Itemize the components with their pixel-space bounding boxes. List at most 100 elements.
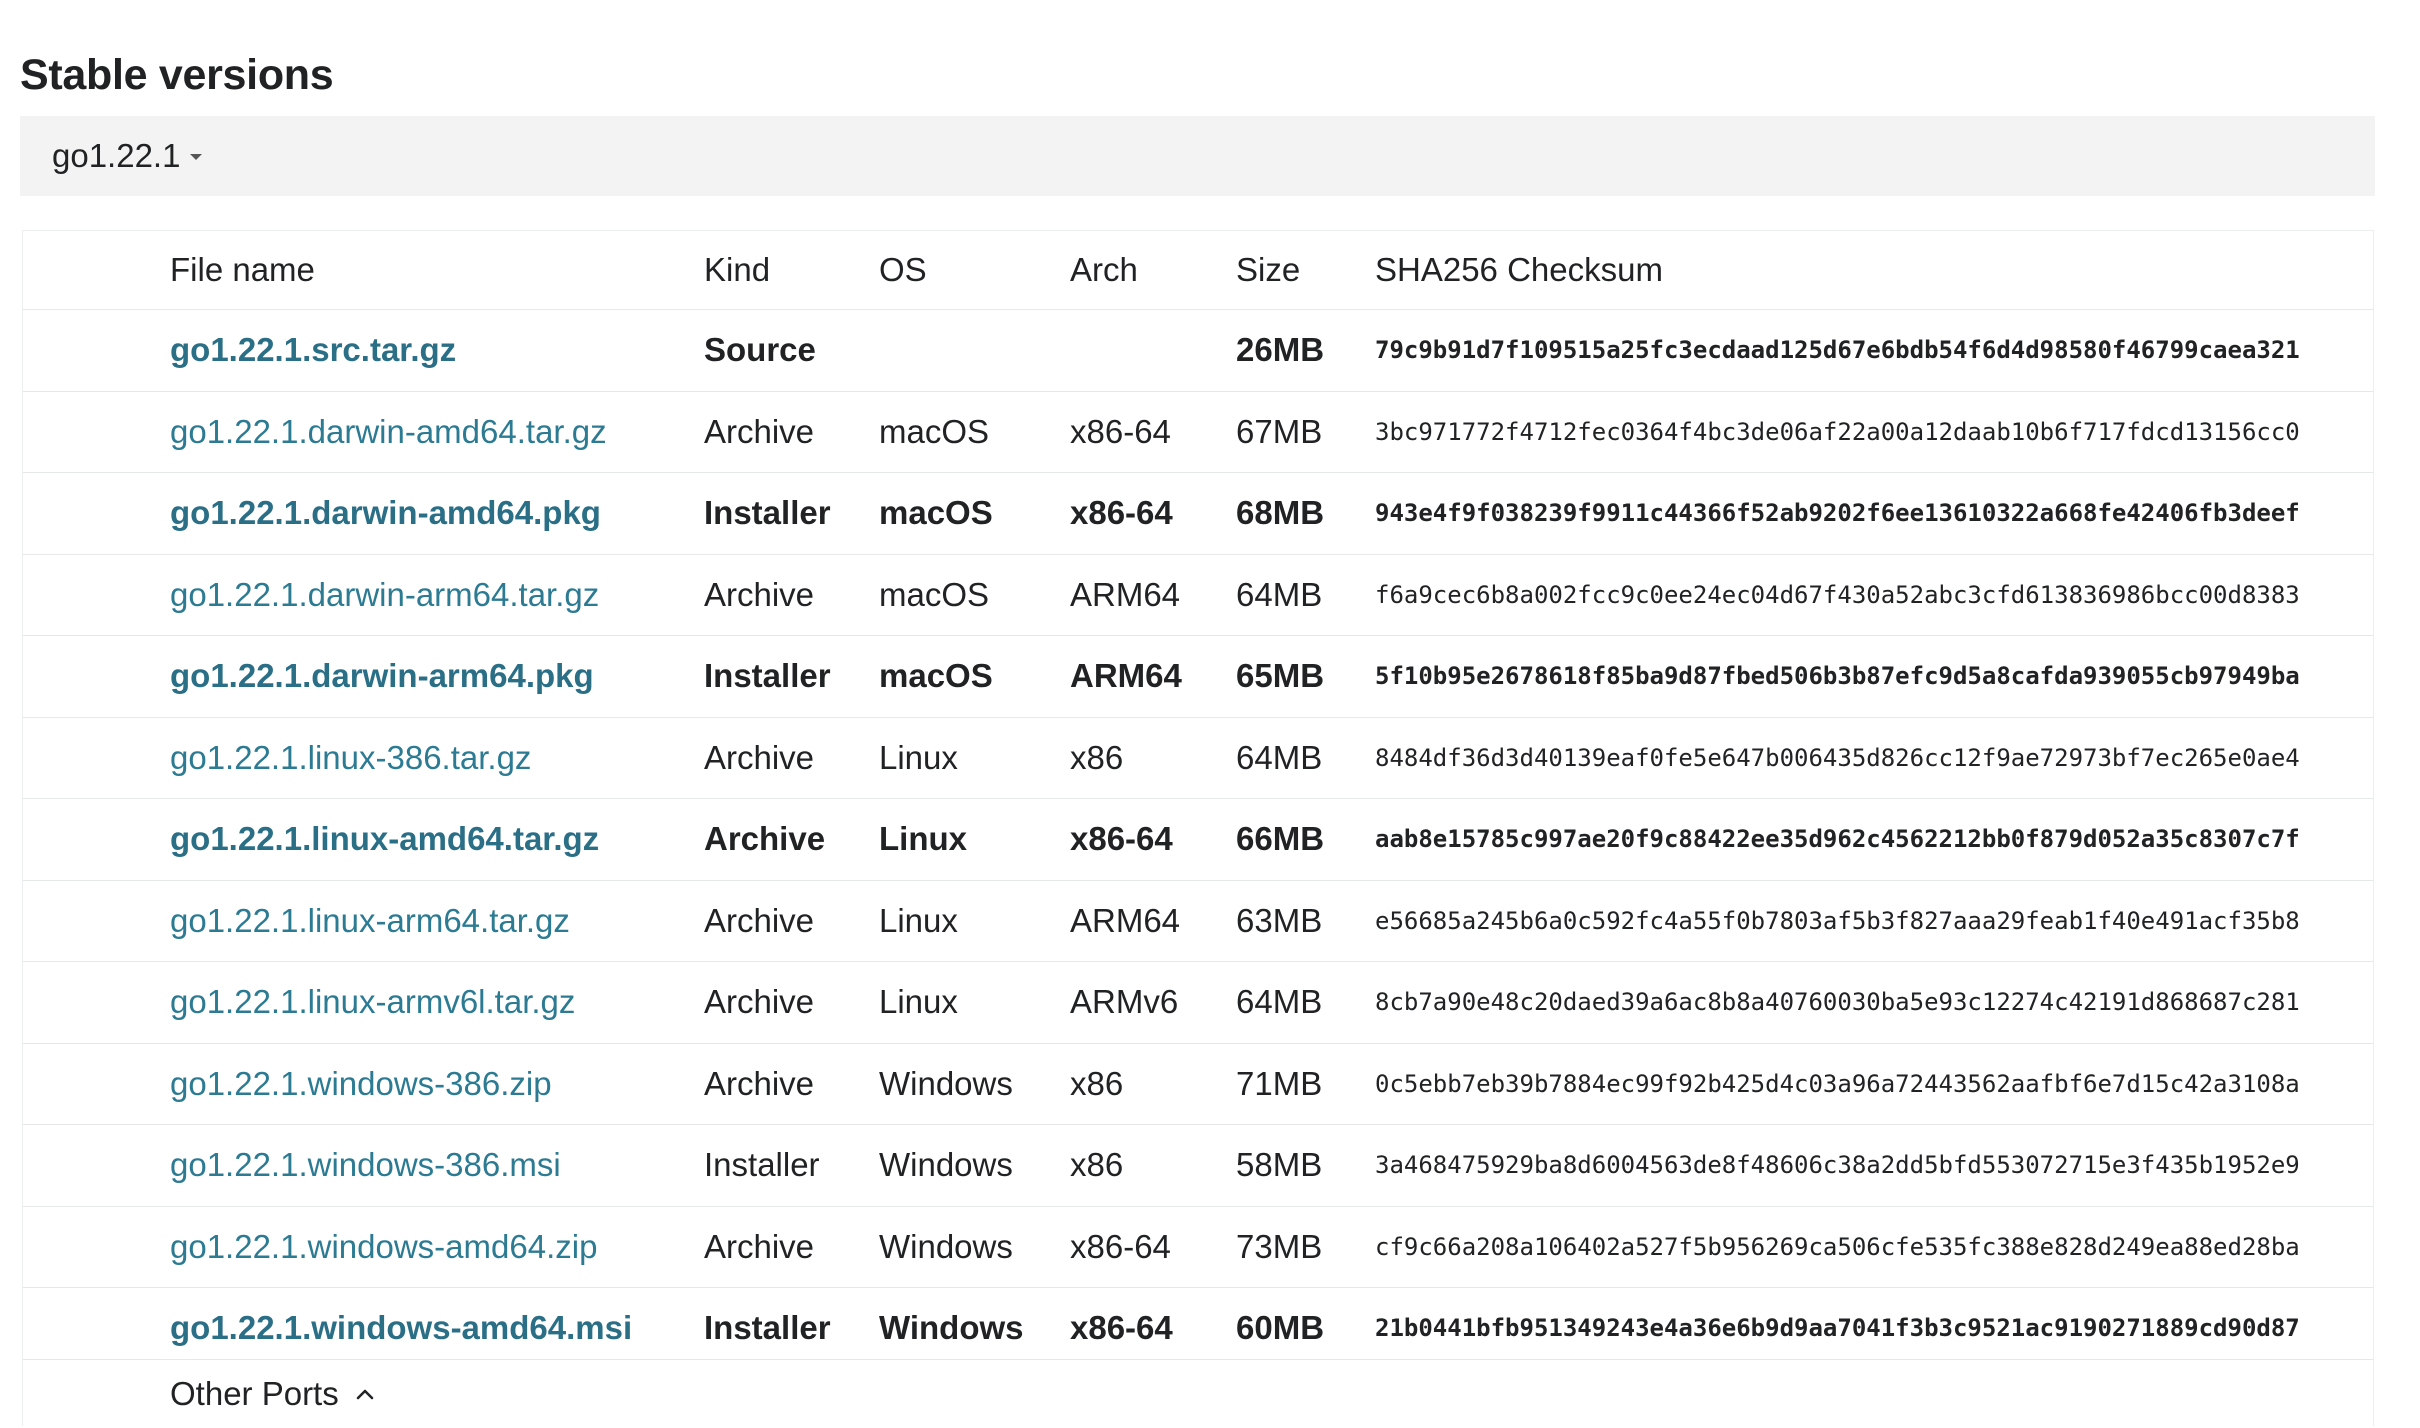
table-row: go1.22.1.linux-amd64.tar.gz Archive Linux x… [23,798,2373,880]
file-download-link[interactable]: go1.22.1.windows-386.zip [170,1065,552,1103]
size-cell: 71MB [1236,1064,1323,1102]
kind-cell: Installer [704,1309,831,1347]
os-cell: Linux [879,820,967,858]
arch-cell: ARMv6 [1070,983,1179,1021]
file-download-link[interactable]: go1.22.1.darwin-arm64.tar.gz [170,576,599,614]
size-cell: 66MB [1236,820,1325,858]
size-cell: 68MB [1236,494,1325,532]
kind-cell: Archive [704,575,815,613]
downloads-table: File name Kind OS Arch Size SHA256 Check… [22,230,2374,1426]
os-cell: Windows [879,1146,1013,1184]
arch-cell: x86 [1070,1146,1124,1184]
arch-cell: x86-64 [1070,494,1173,532]
caret-down-icon [190,154,203,160]
table-row: go1.22.1.src.tar.gz Source 26MB 79c9b91d7f1… [23,309,2373,391]
checksum-cell: cf9c66a208a106402a527f5b956269ca506cfe53… [1375,1232,2300,1261]
file-name-cell: go1.22.1.windows-386.zip [170,1044,552,1125]
header-checksum: SHA256 Checksum [1375,251,1663,288]
page-title: Stable versions [20,50,334,99]
file-name-cell: go1.22.1.windows-amd64.zip [170,1207,597,1288]
file-name-cell: go1.22.1.darwin-amd64.tar.gz [170,392,607,473]
table-row: go1.22.1.darwin-amd64.tar.gz Archive macOS… [23,390,2373,473]
size-cell: 58MB [1236,1146,1323,1184]
kind-cell: Archive [704,738,815,776]
os-cell: macOS [879,494,993,532]
file-download-link[interactable]: go1.22.1.windows-amd64.msi [170,1309,632,1347]
table-row: go1.22.1.darwin-amd64.pkg Installer macOS x… [23,472,2373,554]
file-download-link[interactable]: go1.22.1.darwin-amd64.pkg [170,494,601,532]
file-download-link[interactable]: go1.22.1.src.tar.gz [170,331,456,369]
kind-cell: Archive [704,412,815,450]
checksum-cell: 8cb7a90e48c20daed39a6ac8b8a40760030ba5e9… [1375,988,2300,1017]
file-download-link[interactable]: go1.22.1.linux-armv6l.tar.gz [170,983,575,1021]
table-row: go1.22.1.windows-amd64.msi Installer Windo… [23,1287,2373,1369]
size-cell: 67MB [1236,412,1323,450]
header-size: Size [1236,251,1301,288]
file-name-cell: go1.22.1.src.tar.gz [170,310,456,391]
os-cell: macOS [879,575,990,613]
os-cell: Windows [879,1309,1024,1347]
arch-cell: ARM64 [1070,657,1182,695]
header-kind: Kind [704,251,771,288]
os-cell: Windows [879,1227,1013,1265]
table-row: go1.22.1.darwin-arm64.pkg Installer macOS A… [23,635,2373,717]
file-name-cell: go1.22.1.darwin-arm64.pkg [170,636,594,717]
other-ports-row: Other Ports [23,1359,2373,1427]
file-download-link[interactable]: go1.22.1.linux-386.tar.gz [170,739,531,777]
checksum-cell: 5f10b95e2678618f85ba9d87fbed506b3b87efc9… [1375,662,2300,691]
file-name-cell: go1.22.1.linux-armv6l.tar.gz [170,962,575,1043]
table-row: go1.22.1.linux-386.tar.gz Archive Linux x86… [23,716,2373,799]
size-cell: 64MB [1236,983,1323,1021]
file-download-link[interactable]: go1.22.1.darwin-arm64.pkg [170,657,594,695]
kind-cell: Archive [704,983,815,1021]
kind-cell: Installer [704,1146,820,1184]
checksum-cell: 3bc971772f4712fec0364f4bc3de06af22a00a12… [1375,417,2300,446]
table-header-row: File name Kind OS Arch Size SHA256 Check… [23,231,2373,309]
size-cell: 60MB [1236,1309,1325,1347]
checksum-cell: e56685a245b6a0c592fc4a55f0b7803af5b3f827… [1375,906,2300,935]
arch-cell: x86-64 [1070,1227,1171,1265]
file-download-link[interactable]: go1.22.1.linux-arm64.tar.gz [170,902,570,940]
file-download-link[interactable]: go1.22.1.linux-amd64.tar.gz [170,820,599,858]
version-bar: go1.22.1 [20,116,2375,196]
table-row: go1.22.1.windows-amd64.zip Archive Windows… [23,1205,2373,1288]
checksum-cell: 8484df36d3d40139eaf0fe5e647b006435d826cc… [1375,743,2300,772]
file-download-link[interactable]: go1.22.1.windows-386.msi [170,1146,561,1184]
os-cell: macOS [879,412,990,450]
size-cell: 64MB [1236,575,1323,613]
other-ports-label: Other Ports [170,1375,339,1412]
kind-cell: Installer [704,494,831,532]
os-cell: Windows [879,1064,1013,1102]
kind-cell: Archive [704,901,815,939]
os-cell: Linux [879,983,958,1021]
arch-cell: x86-64 [1070,412,1171,450]
checksum-cell: aab8e15785c997ae20f9c88422ee35d962c45622… [1375,825,2300,854]
kind-cell: Archive [704,820,826,858]
checksum-cell: 0c5ebb7eb39b7884ec99f92b425d4c03a96a7244… [1375,1069,2300,1098]
size-cell: 64MB [1236,738,1323,776]
arch-cell: ARM64 [1070,901,1181,939]
size-cell: 63MB [1236,901,1323,939]
file-name-cell: go1.22.1.linux-amd64.tar.gz [170,799,599,880]
other-ports-toggle[interactable]: Other Ports [170,1360,375,1428]
file-name-cell: go1.22.1.linux-386.tar.gz [170,718,531,799]
file-name-cell: go1.22.1.darwin-amd64.pkg [170,473,601,554]
header-file-name: File name [170,251,315,288]
kind-cell: Source [704,331,816,369]
size-cell: 73MB [1236,1227,1323,1265]
arch-cell: ARM64 [1070,575,1181,613]
file-name-cell: go1.22.1.windows-386.msi [170,1125,561,1206]
chevron-up-icon [356,1389,373,1400]
version-dropdown[interactable]: go1.22.1 [52,116,203,196]
os-cell: Linux [879,901,958,939]
size-cell: 26MB [1236,331,1325,369]
header-arch: Arch [1070,251,1138,288]
os-cell: Linux [879,738,958,776]
table-row: go1.22.1.windows-386.zip Archive Windows x8… [23,1042,2373,1125]
file-name-cell: go1.22.1.windows-amd64.msi [170,1288,632,1369]
file-download-link[interactable]: go1.22.1.windows-amd64.zip [170,1228,597,1266]
arch-cell: x86 [1070,738,1124,776]
checksum-cell: 3a468475929ba8d6004563de8f48606c38a2dd5b… [1375,1151,2300,1180]
file-download-link[interactable]: go1.22.1.darwin-amd64.tar.gz [170,413,607,451]
checksum-cell: 79c9b91d7f109515a25fc3ecdaad125d67e6bdb5… [1375,336,2300,365]
